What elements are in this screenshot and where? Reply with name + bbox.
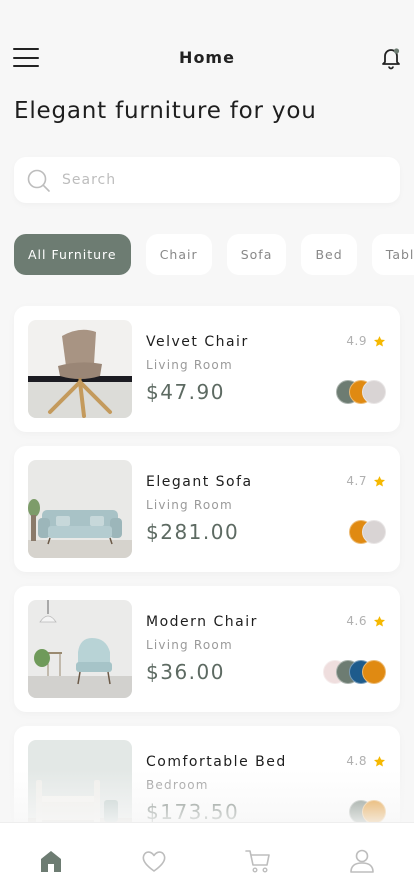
profile-icon[interactable] [348,848,376,874]
notification-dot [393,48,400,54]
product-name: Comfortable Bed [146,754,287,770]
category-chip-bed[interactable]: Bed [301,234,357,275]
category-chip-all-furniture[interactable]: All Furniture [14,234,131,275]
page-heading: Elegant furniture for you [14,98,317,124]
product-name: Elegant Sofa [146,474,253,490]
product-name: Velvet Chair [146,334,249,350]
search-icon [27,169,50,192]
product-rating: 4.8 [346,754,386,768]
product-card[interactable]: Modern Chair Living Room $36.00 4.6 [14,586,400,712]
bell-icon[interactable] [380,46,402,70]
heart-icon[interactable] [140,848,168,874]
bottom-navigation [0,822,414,896]
product-rating: 4.9 [346,334,386,348]
product-image-velvet-chair [28,320,132,418]
cart-icon[interactable] [244,848,272,874]
product-room: Living Room [146,498,233,512]
color-swatch[interactable] [362,380,386,404]
product-image-elegant-sofa [28,460,132,558]
rating-value: 4.9 [346,334,367,348]
rating-value: 4.8 [346,754,367,768]
product-room: Living Room [146,638,233,652]
rating-value: 4.6 [346,614,367,628]
product-rating: 4.6 [346,614,386,628]
product-name: Modern Chair [146,614,258,630]
home-icon[interactable] [37,848,65,874]
product-card[interactable]: Elegant Sofa Living Room $281.00 4.7 [14,446,400,572]
category-chip-sofa[interactable]: Sofa [226,234,287,275]
color-swatch[interactable] [362,520,386,544]
star-icon [373,475,386,486]
search-bar[interactable] [14,157,400,203]
product-room: Bedroom [146,778,209,792]
rating-value: 4.7 [346,474,367,488]
color-swatch[interactable] [362,800,386,824]
app-header: Home [0,40,414,76]
product-rating: 4.7 [346,474,386,488]
product-card[interactable]: Velvet Chair Living Room $47.90 4.9 [14,306,400,432]
color-swatches [349,800,386,824]
color-swatches [323,660,386,684]
product-price: $281.00 [146,520,240,544]
star-icon [373,615,386,626]
star-icon [373,755,386,766]
search-input[interactable] [62,157,382,203]
product-price: $36.00 [146,660,225,684]
color-swatches [349,520,386,544]
color-swatch[interactable] [362,660,386,684]
page-title: Home [179,48,235,67]
category-filter-list: All Furniture Chair Sofa Bed Table [14,234,414,276]
product-price: $47.90 [146,380,225,404]
product-image-modern-chair [28,600,132,698]
product-room: Living Room [146,358,233,372]
product-price: $173.50 [146,800,240,824]
category-chip-chair[interactable]: Chair [145,234,212,275]
color-swatches [336,380,386,404]
star-icon [373,335,386,346]
category-chip-table[interactable]: Table [371,234,414,275]
